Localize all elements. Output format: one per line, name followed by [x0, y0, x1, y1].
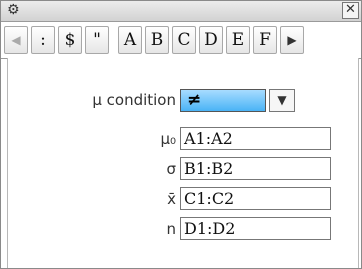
gear-icon[interactable]: ⚙ [7, 3, 22, 18]
condition-select[interactable]: ≠ [180, 89, 266, 112]
key-dollar[interactable]: $ [58, 26, 82, 54]
n-label: n [166, 220, 176, 238]
sigma-input[interactable]: B1:B2 [180, 157, 331, 180]
mu0-input[interactable]: A1:A2 [180, 127, 331, 150]
key-f[interactable]: F [253, 26, 277, 54]
symbol-keypad-toolbar: ◀ : $ " A B C D E F ▶ [1, 22, 361, 59]
chevron-down-icon[interactable]: ▼ [269, 89, 295, 112]
key-a[interactable]: A [118, 26, 142, 54]
key-quote[interactable]: " [85, 26, 109, 54]
sigma-label: σ [166, 160, 176, 178]
dialog-window: ⚙ ✕ ◀ : $ " A B C D E F ▶ μ condition ≠ … [0, 0, 362, 269]
key-e[interactable]: E [226, 26, 250, 54]
scroll-left-button[interactable]: ◀ [4, 26, 28, 54]
key-b[interactable]: B [145, 26, 169, 54]
condition-label: μ condition [92, 91, 176, 109]
close-button[interactable]: ✕ [342, 2, 359, 19]
key-colon[interactable]: : [31, 26, 55, 54]
scroll-right-button[interactable]: ▶ [280, 26, 304, 54]
mu0-label: μ₀ [160, 130, 176, 148]
title-bar: ⚙ ✕ [1, 1, 361, 22]
xbar-label: x̄ [167, 190, 176, 208]
form-panel: μ condition ≠ ▼ μ₀ A1:A2 σ B1:B2 x̄ C1:C… [7, 58, 359, 268]
key-c[interactable]: C [172, 26, 196, 54]
key-d[interactable]: D [199, 26, 223, 54]
n-input[interactable]: D1:D2 [180, 217, 331, 240]
xbar-input[interactable]: C1:C2 [180, 187, 331, 210]
